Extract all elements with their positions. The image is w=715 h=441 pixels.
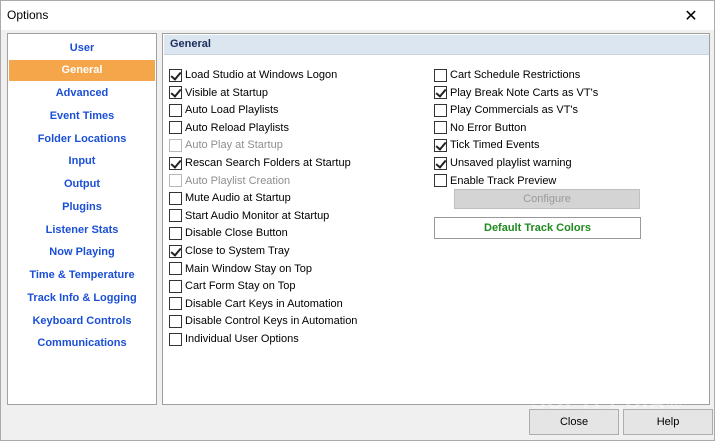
checkbox-label: Rescan Search Folders at Startup [185, 157, 351, 169]
checkbox-label: Disable Close Button [185, 227, 288, 240]
option-play-break-note-carts-as-vt-s[interactable]: Play Break Note Carts as VT's [434, 85, 598, 101]
configure-button[interactable]: Configure [454, 189, 640, 209]
sidebar-item-listener-stats[interactable]: Listener Stats [9, 219, 155, 240]
checkbox[interactable] [169, 332, 182, 346]
settings-panel: General Configure Default Track Colors L… [162, 33, 710, 405]
checkbox-label: Auto Play at Startup [185, 139, 283, 152]
option-start-audio-monitor-at-startup[interactable]: Start Audio Monitor at Startup [169, 208, 329, 224]
sidebar-item-folder-locations[interactable]: Folder Locations [9, 128, 155, 149]
option-tick-timed-events[interactable]: Tick Timed Events [434, 137, 539, 153]
checkbox-label: Disable Cart Keys in Automation [185, 297, 343, 310]
checkbox[interactable] [169, 314, 182, 328]
close-button[interactable]: Close [529, 409, 619, 435]
checkbox-label: Auto Playlist Creation [185, 174, 291, 187]
checkbox[interactable] [434, 138, 447, 152]
option-close-to-system-tray[interactable]: Close to System Tray [169, 243, 290, 259]
sidebar-item-track-info-logging[interactable]: Track Info & Logging [9, 287, 155, 308]
option-auto-play-at-startup: Auto Play at Startup [169, 137, 283, 153]
close-icon[interactable]: ✕ [668, 1, 714, 30]
checkbox-label: Mute Audio at Startup [185, 192, 291, 205]
sidebar-item-advanced[interactable]: Advanced [9, 83, 155, 104]
option-disable-cart-keys-in-automation[interactable]: Disable Cart Keys in Automation [169, 296, 343, 312]
option-mute-audio-at-startup[interactable]: Mute Audio at Startup [169, 190, 291, 206]
option-disable-control-keys-in-automation[interactable]: Disable Control Keys in Automation [169, 313, 357, 329]
option-auto-reload-playlists[interactable]: Auto Reload Playlists [169, 120, 289, 136]
checkbox-label: Cart Schedule Restrictions [450, 69, 581, 81]
checkbox-label: Cart Form Stay on Top [185, 280, 296, 293]
checkbox[interactable] [169, 279, 182, 293]
checkbox-label: No Error Button [450, 121, 527, 134]
option-visible-at-startup[interactable]: Visible at Startup [169, 85, 268, 101]
checkbox[interactable] [169, 209, 182, 223]
checkbox[interactable] [169, 86, 182, 100]
checkbox[interactable] [169, 103, 182, 117]
section-header: General [164, 35, 709, 55]
option-auto-playlist-creation: Auto Playlist Creation [169, 173, 290, 189]
checkbox[interactable] [434, 156, 447, 170]
checkbox[interactable] [434, 68, 447, 82]
checkbox-label: Auto Load Playlists [185, 104, 279, 117]
option-main-window-stay-on-top[interactable]: Main Window Stay on Top [169, 261, 312, 277]
checkbox[interactable] [169, 156, 182, 170]
sidebar-item-keyboard-controls[interactable]: Keyboard Controls [9, 310, 155, 331]
checkbox[interactable] [169, 191, 182, 205]
checkbox[interactable] [169, 244, 182, 258]
option-unsaved-playlist-warning[interactable]: Unsaved playlist warning [434, 155, 572, 171]
checkbox-label: Auto Reload Playlists [185, 121, 289, 134]
option-rescan-search-folders-at-startup[interactable]: Rescan Search Folders at Startup [169, 155, 351, 171]
checkbox-label: Enable Track Preview [450, 174, 557, 187]
option-enable-track-preview[interactable]: Enable Track Preview [434, 173, 556, 189]
checkbox-label: Load Studio at Windows Logon [185, 69, 338, 81]
window-title: Options [7, 8, 49, 22]
option-cart-schedule-restrictions[interactable]: Cart Schedule Restrictions [434, 67, 580, 83]
sidebar: User General Advanced Event Times Folder Loc… [7, 33, 157, 405]
checkbox-label: Disable Control Keys in Automation [185, 315, 358, 328]
option-no-error-button[interactable]: No Error Button [434, 120, 526, 136]
sidebar-item-input[interactable]: Input [9, 151, 155, 172]
help-button[interactable]: Help [623, 409, 713, 435]
checkbox-label: Main Window Stay on Top [185, 262, 312, 275]
checkbox[interactable] [169, 226, 182, 240]
checkbox-label: Start Audio Monitor at Startup [185, 209, 330, 222]
checkbox[interactable] [434, 174, 447, 188]
option-load-studio-at-windows-logon[interactable]: Load Studio at Windows Logon [169, 67, 337, 83]
checkbox-label: Visible at Startup [185, 86, 268, 99]
sidebar-item-plugins[interactable]: Plugins [9, 196, 155, 217]
checkbox-label: Play Break Note Carts as VT's [450, 86, 599, 99]
checkbox[interactable] [169, 262, 182, 276]
checkbox [169, 174, 182, 188]
checkbox-label: Play Commercials as VT's [450, 104, 579, 117]
sidebar-item-output[interactable]: Output [9, 174, 155, 195]
sidebar-item-user[interactable]: User [9, 37, 155, 58]
checkbox[interactable] [169, 68, 182, 82]
checkbox-label: Close to System Tray [185, 245, 290, 257]
title-bar: Options ✕ [1, 1, 714, 30]
sidebar-item-event-times[interactable]: Event Times [9, 105, 155, 126]
sidebar-item-general[interactable]: General [9, 59, 155, 81]
checkbox[interactable] [434, 103, 447, 117]
checkbox-label: Unsaved playlist warning [450, 157, 572, 169]
option-cart-form-stay-on-top[interactable]: Cart Form Stay on Top [169, 278, 295, 294]
option-individual-user-options[interactable]: Individual User Options [169, 331, 299, 347]
options-window: Options ✕ User General Advanced Event Times… [0, 0, 715, 441]
checkbox[interactable] [169, 121, 182, 135]
sidebar-item-communications[interactable]: Communications [9, 333, 155, 354]
sidebar-item-now-playing[interactable]: Now Playing [9, 242, 155, 263]
checkbox-label: Individual User Options [185, 333, 299, 345]
checkbox-label: Tick Timed Events [450, 139, 540, 152]
checkbox[interactable] [434, 121, 447, 135]
checkbox[interactable] [434, 86, 447, 100]
option-play-commercials-as-vt-s[interactable]: Play Commercials as VT's [434, 102, 578, 118]
default-track-colors-button[interactable]: Default Track Colors [434, 217, 641, 239]
sidebar-item-time-temperature[interactable]: Time & Temperature [9, 265, 155, 286]
checkbox[interactable] [169, 297, 182, 311]
checkbox [169, 138, 182, 152]
option-disable-close-button[interactable]: Disable Close Button [169, 225, 288, 241]
option-auto-load-playlists[interactable]: Auto Load Playlists [169, 102, 279, 118]
